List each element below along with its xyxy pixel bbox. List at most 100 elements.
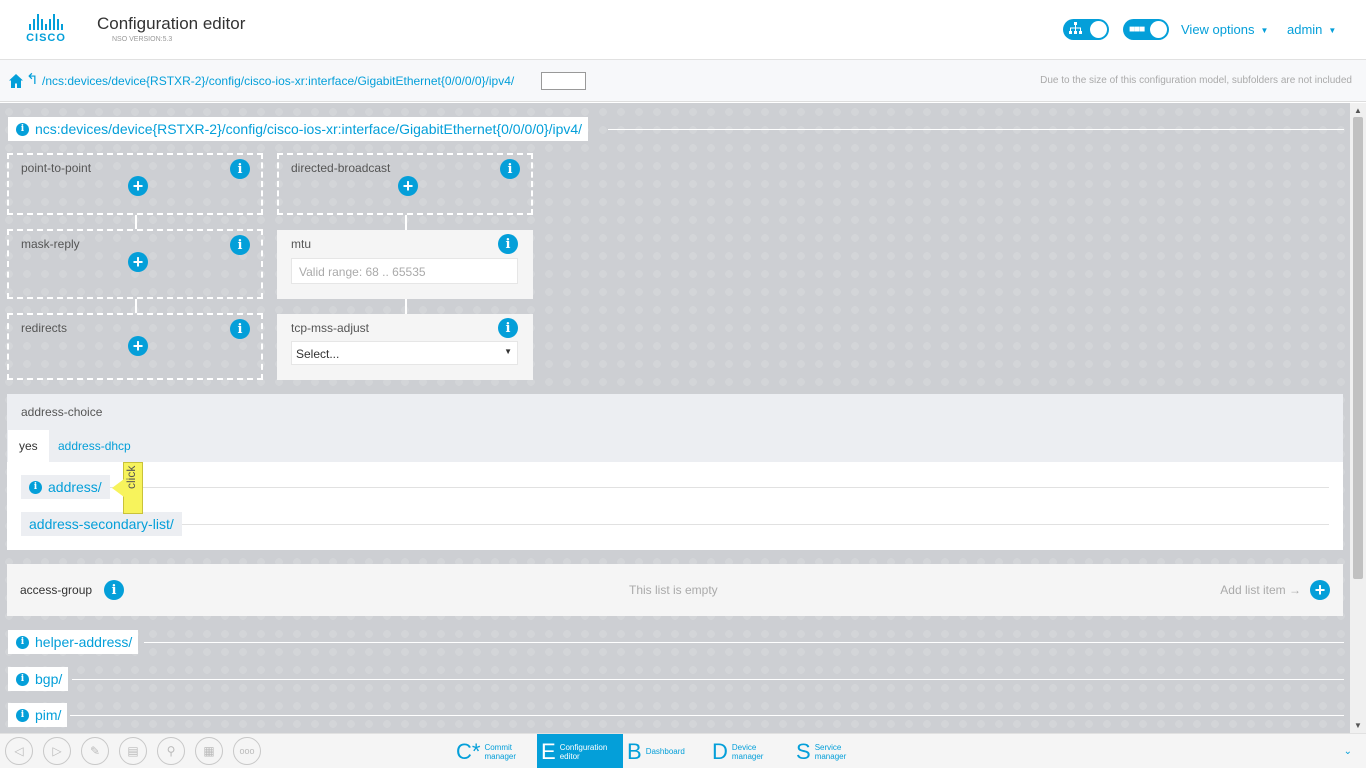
node-label: mask-reply [21, 237, 80, 251]
folder-label: helper-address/ [35, 634, 133, 650]
container-crumb-label: ncs:devices/device{RSTXR-2}/config/cisco… [35, 121, 583, 137]
node-label: redirects [21, 321, 68, 335]
add-list-item-link[interactable]: Add list item → [1220, 583, 1301, 597]
app-label: Device [731, 742, 757, 752]
mtu-input[interactable]: Valid range: 68 .. 65535 [291, 258, 518, 284]
app-letter: D [712, 738, 728, 764]
info-icon[interactable]: i [230, 319, 250, 339]
tooltip-pointer [112, 479, 124, 497]
forward-icon[interactable]: ▷ [43, 737, 71, 765]
choice-title: address-choice [21, 405, 103, 419]
app-letter: E [541, 738, 556, 764]
up-level-icon[interactable]: ↰ [26, 72, 39, 88]
view-options-menu[interactable]: View options ▼ [1181, 22, 1268, 37]
divider [70, 715, 1344, 716]
app-device-manager[interactable]: D Device manager [708, 734, 792, 768]
add-plus-icon[interactable]: + [128, 176, 148, 196]
divider [21, 524, 1329, 525]
app-letter: B [627, 738, 642, 764]
path-input[interactable] [541, 72, 586, 90]
node-tcp-mss-adjust: tcp-mss-adjust i Select... ▼ [277, 314, 533, 380]
select-value: Select... [296, 347, 340, 361]
add-plus-icon[interactable]: + [128, 336, 148, 356]
add-plus-icon[interactable]: + [398, 176, 418, 196]
home-icon[interactable] [9, 74, 23, 88]
scroll-down-arrow[interactable]: ▼ [1354, 721, 1362, 730]
list-view-toggle[interactable]: ■■■ [1123, 19, 1169, 40]
topology-view-toggle[interactable] [1063, 19, 1109, 40]
divider [144, 642, 1344, 643]
tree-connector [135, 299, 137, 313]
choice-body: i address/ address-secondary-list/ [7, 462, 1343, 550]
subfolder-note: Due to the size of this configuration mo… [1040, 75, 1352, 86]
more-icon[interactable]: ooo [233, 737, 261, 765]
app-letter: C* [456, 738, 481, 764]
folder-row-bgp: i bgp/ [8, 667, 1344, 691]
caret-down-icon: ▼ [1260, 26, 1269, 36]
app-title: Configuration editor [97, 14, 246, 33]
info-icon[interactable]: i [498, 234, 518, 254]
tab-address-dhcp[interactable]: address-dhcp [47, 430, 142, 462]
info-icon[interactable]: i [16, 635, 29, 649]
add-list-item-button[interactable]: + [1310, 580, 1330, 600]
bgp-link[interactable]: i bgp/ [8, 667, 69, 691]
app-dashboard[interactable]: B Dashboard [623, 734, 705, 768]
search-icon[interactable]: ⚲ [157, 737, 185, 765]
clipboard-icon[interactable]: ▤ [119, 737, 147, 765]
node-redirects: redirects i + [7, 313, 263, 380]
info-icon[interactable]: i [498, 318, 518, 338]
app-label-2: manager [814, 751, 847, 761]
app-footer: ◁ ▷ ✎ ▤ ⚲ ▦ ooo C* Commit manager E Confi… [0, 733, 1366, 768]
info-icon[interactable]: i [104, 580, 124, 600]
app-label-2: editor [559, 751, 580, 761]
address-folder-link[interactable]: i address/ [21, 475, 110, 499]
helper-address-link[interactable]: i helper-address/ [8, 630, 139, 654]
node-label: mtu [291, 237, 312, 251]
edit-pencil-icon[interactable]: ✎ [81, 737, 109, 765]
list-title: access-group [20, 583, 93, 597]
user-menu[interactable]: admin ▼ [1287, 22, 1336, 37]
keyboard-icon[interactable]: ▦ [195, 737, 223, 765]
back-icon[interactable]: ◁ [5, 737, 33, 765]
node-label: directed-broadcast [291, 161, 391, 175]
info-icon[interactable]: i [16, 672, 29, 686]
node-point-to-point: point-to-point i + [7, 153, 263, 215]
logo-text: CISCO [26, 32, 66, 44]
vertical-scrollbar[interactable]: ▲ ▼ [1350, 103, 1366, 733]
pim-link[interactable]: i pim/ [8, 703, 68, 727]
click-hint-tooltip: click [112, 462, 143, 514]
node-label: point-to-point [21, 161, 92, 175]
app-commit-manager[interactable]: C* Commit manager [452, 734, 536, 768]
scroll-up-arrow[interactable]: ▲ [1354, 106, 1362, 115]
toggle-knob [1090, 21, 1107, 38]
info-icon[interactable]: i [230, 235, 250, 255]
info-icon[interactable]: i [500, 159, 520, 179]
info-icon[interactable]: i [16, 122, 29, 136]
info-icon[interactable]: i [16, 708, 29, 722]
empty-list-text: This list is empty [629, 583, 718, 597]
scrollbar-thumb[interactable] [1353, 117, 1363, 579]
divider [608, 129, 1344, 130]
add-plus-icon[interactable]: + [128, 252, 148, 272]
container-crumb-link[interactable]: i ncs:devices/device{RSTXR-2}/config/cis… [8, 117, 589, 141]
add-list-item-label: Add list item [1220, 583, 1286, 597]
address-secondary-list-link[interactable]: address-secondary-list/ [21, 512, 182, 536]
node-directed-broadcast: directed-broadcast i + [277, 153, 533, 215]
app-label: Service [814, 742, 842, 752]
dots-icon: ■■■ [1129, 24, 1145, 35]
address-choice-panel: address-choice yes address-dhcp i addres… [7, 394, 1343, 550]
app-service-manager[interactable]: S Service manager [792, 734, 878, 768]
current-path[interactable]: /ncs:devices/device{RSTXR-2}/config/cisc… [42, 74, 514, 88]
caret-down-icon: ▼ [1328, 26, 1337, 36]
app-label-2: manager [731, 751, 764, 761]
folder-row-helper-address: i helper-address/ [8, 630, 1344, 654]
tree-connector [135, 215, 137, 229]
info-icon[interactable]: i [230, 159, 250, 179]
app-configuration-editor[interactable]: E Configuration editor [537, 734, 623, 768]
info-icon[interactable]: i [29, 480, 42, 494]
tcp-mss-adjust-select[interactable]: Select... ▼ [291, 341, 518, 365]
folder-label: address-secondary-list/ [29, 516, 174, 532]
container-crumb: i ncs:devices/device{RSTXR-2}/config/cis… [8, 117, 1344, 141]
tab-yes[interactable]: yes [8, 430, 49, 462]
chevron-down-icon[interactable]: ⌄ [1344, 746, 1352, 757]
